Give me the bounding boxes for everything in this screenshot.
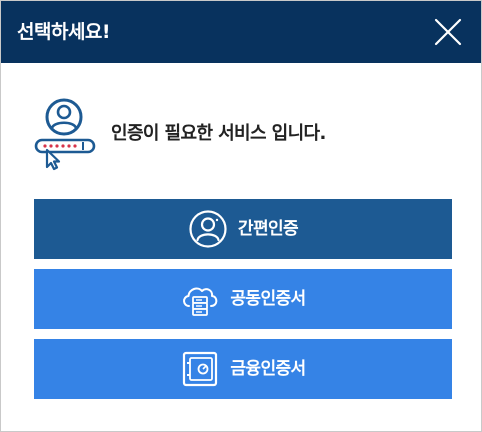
financial-certificate-button[interactable]: 금융인증서	[34, 339, 452, 399]
user-authentication-icon	[34, 98, 96, 171]
close-button[interactable]	[433, 17, 463, 47]
joint-certificate-label: 공동인증서	[230, 289, 306, 309]
notice-text: 인증이 필요한 서비스 입니다.	[111, 123, 326, 144]
cloud-server-icon	[183, 287, 218, 316]
auth-required-notice: 인증이 필요한 서비스 입니다.	[33, 97, 453, 171]
safe-icon	[183, 351, 218, 387]
user-circle-icon	[189, 210, 227, 248]
financial-certificate-label: 금융인증서	[230, 359, 306, 379]
simple-auth-button[interactable]: 간편인증	[34, 199, 452, 259]
joint-certificate-button[interactable]: 공동인증서	[34, 269, 452, 329]
simple-auth-label: 간편인증	[237, 219, 299, 239]
auth-select-dialog: 선택하세요! 인증이 필요한 서비스 입니다. 간편인증 공동인증서 금융인증서	[0, 0, 482, 432]
dialog-header: 선택하세요!	[1, 1, 481, 63]
dialog-title: 선택하세요!	[17, 21, 111, 43]
close-icon	[434, 18, 462, 46]
